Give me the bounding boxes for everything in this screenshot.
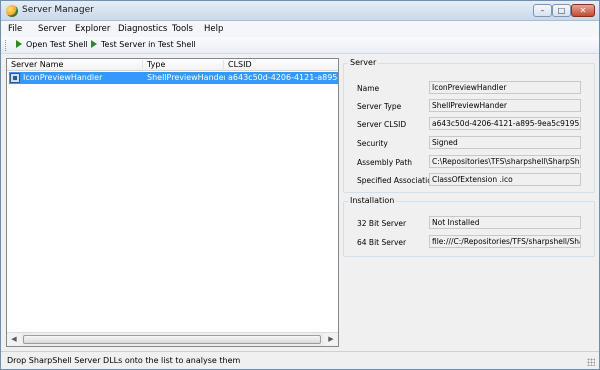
menu-explorer[interactable]: Explorer: [75, 24, 110, 34]
security-field[interactable]: Signed: [429, 136, 581, 149]
close-button[interactable]: ✕: [571, 4, 595, 17]
specified-associations-label: Specified Associations: [357, 176, 441, 185]
open-test-shell-label: Open Test Shell: [26, 40, 88, 49]
play-icon: [91, 40, 97, 48]
installation-group: Installation 32 Bit Server Not Installed…: [343, 196, 595, 257]
list-header: Server Name Type CLSID: [7, 59, 338, 71]
name-field[interactable]: IconPreviewHandler: [429, 81, 581, 94]
scroll-left-icon[interactable]: ◀: [7, 333, 21, 346]
assembly-path-field[interactable]: C:\Repositories\TFS\sharpshell\SharpShel…: [429, 155, 581, 168]
64-bit-server-field[interactable]: file:///C:/Repositories/TFS/sharpshell/S…: [429, 235, 581, 248]
status-bar: Drop SharpShell Server DLLs onto the lis…: [1, 351, 599, 369]
scroll-right-icon[interactable]: ▶: [324, 333, 338, 346]
assembly-path-label: Assembly Path: [357, 158, 413, 167]
open-test-shell-button[interactable]: Open Test Shell: [16, 40, 88, 51]
installation-group-title: Installation: [348, 196, 397, 205]
menu-tools[interactable]: Tools: [172, 24, 193, 34]
toolbar-grip-icon[interactable]: [5, 40, 8, 51]
cell-clsid: a643c50d-4206-4121-a895-9ea5c: [228, 73, 338, 82]
column-header-clsid[interactable]: CLSID: [224, 60, 338, 71]
toolbar: Open Test Shell Test Server in Test Shel…: [1, 37, 599, 54]
server-clsid-label: Server CLSID: [357, 120, 407, 129]
column-header-server-name[interactable]: Server Name: [7, 60, 143, 71]
list-item[interactable]: IconPreviewHandler ShellPreviewHander a6…: [9, 72, 338, 84]
app-icon: [6, 5, 18, 17]
test-server-button[interactable]: Test Server in Test Shell: [91, 40, 196, 51]
server-list[interactable]: Server Name Type CLSID IconPreviewHandle…: [6, 58, 339, 347]
32-bit-server-label: 32 Bit Server: [357, 219, 407, 228]
name-label: Name: [357, 84, 380, 93]
play-icon: [16, 40, 22, 48]
server-group: Server Name IconPreviewHandler Server Ty…: [343, 58, 595, 193]
menu-server[interactable]: Server: [38, 24, 66, 34]
test-server-label: Test Server in Test Shell: [101, 40, 196, 49]
scrollbar-thumb[interactable]: [23, 335, 321, 344]
cell-type: ShellPreviewHander: [147, 73, 225, 82]
server-type-field[interactable]: ShellPreviewHander: [429, 99, 581, 112]
status-text: Drop SharpShell Server DLLs onto the lis…: [7, 356, 241, 365]
server-clsid-field[interactable]: a643c50d-4206-4121-a895-9ea5c919557a: [429, 117, 581, 130]
menu-diagnostics[interactable]: Diagnostics: [118, 24, 167, 34]
maximize-button[interactable]: □: [552, 4, 571, 17]
column-header-type[interactable]: Type: [143, 60, 224, 71]
server-type-label: Server Type: [357, 102, 402, 111]
resize-grip-icon[interactable]: [587, 358, 595, 366]
title-bar[interactable]: Server Manager – □ ✕: [1, 1, 599, 21]
server-manager-window: Server Manager – □ ✕ File Server Explore…: [0, 0, 600, 370]
security-label: Security: [357, 139, 388, 148]
server-icon: [10, 73, 20, 83]
window-title: Server Manager: [22, 5, 94, 15]
horizontal-scrollbar[interactable]: ◀ ▶: [7, 332, 338, 346]
server-group-title: Server: [348, 58, 379, 67]
specified-associations-field[interactable]: ClassOfExtension .ico: [429, 173, 581, 186]
menu-file[interactable]: File: [8, 24, 22, 34]
minimize-button[interactable]: –: [533, 4, 552, 17]
32-bit-server-field[interactable]: Not Installed: [429, 216, 581, 229]
cell-server-name: IconPreviewHandler: [23, 73, 103, 82]
menu-bar: File Server Explorer Diagnostics Tools H…: [1, 21, 599, 37]
64-bit-server-label: 64 Bit Server: [357, 238, 407, 247]
menu-help[interactable]: Help: [204, 24, 223, 34]
